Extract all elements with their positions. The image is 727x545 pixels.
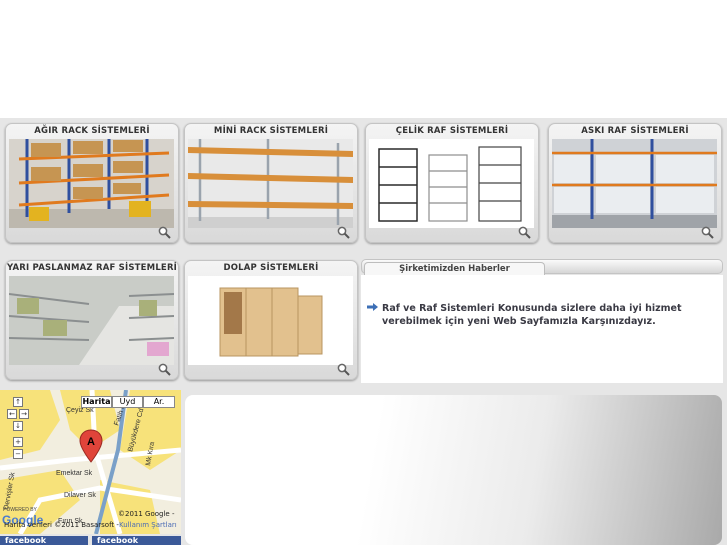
pan-down-icon[interactable]: ↓ xyxy=(13,421,23,431)
arrow-right-icon xyxy=(367,303,378,311)
map-type-map-button[interactable]: Harita xyxy=(81,396,112,408)
magnifier-icon[interactable] xyxy=(158,363,171,376)
mini-rack-image xyxy=(188,139,353,228)
card-title: DOLAP SİSTEMLERİ xyxy=(223,263,319,273)
card-title: ÇELİK RAF SİSTEMLERİ xyxy=(395,126,509,136)
heavy-rack-image xyxy=(9,139,174,228)
card-semi-stainless[interactable]: YARI PASLANMAZ RAF SİSTEMLERİ xyxy=(5,260,179,380)
content-panel xyxy=(185,395,722,545)
zoom-out-icon[interactable]: − xyxy=(13,449,23,459)
news-item[interactable]: Raf ve Raf Sistemleri Konusunda sizlere … xyxy=(382,303,682,328)
magnifier-icon[interactable] xyxy=(337,226,350,239)
card-title: ASKI RAF SİSTEMLERİ xyxy=(581,126,689,136)
card-cabinet[interactable]: DOLAP SİSTEMLERİ xyxy=(184,260,358,380)
facebook-widget[interactable]: facebook xyxy=(92,536,181,545)
map-type-satellite-button[interactable]: Uyd xyxy=(112,396,143,408)
card-steel-shelf[interactable]: ÇELİK RAF SİSTEMLERİ xyxy=(365,123,539,243)
pan-left-icon[interactable]: ← xyxy=(7,409,17,419)
pan-up-icon[interactable]: ↑ xyxy=(13,397,23,407)
tab-company-news[interactable]: Şirketimizden Haberler xyxy=(364,262,545,275)
cabinet-image xyxy=(188,276,353,365)
svg-text:A: A xyxy=(87,436,95,448)
semi-stainless-image xyxy=(9,276,174,365)
news-box: Şirketimizden Haberler Raf ve Raf Sistem… xyxy=(361,258,723,383)
card-heavy-rack[interactable]: AĞIR RACK SİSTEMLERİ xyxy=(5,123,179,243)
map-copyright: ©2011 Google - xyxy=(118,510,175,518)
pan-right-icon[interactable]: → xyxy=(19,409,29,419)
street-label: Emektar Sk xyxy=(56,470,93,477)
map-terms-link[interactable]: Kullanım Şartları xyxy=(119,521,177,529)
news-body: Raf ve Raf Sistemleri Konusunda sizlere … xyxy=(361,275,723,383)
magnifier-icon[interactable] xyxy=(701,226,714,239)
card-hanger-shelf[interactable]: ASKI RAF SİSTEMLERİ xyxy=(548,123,722,243)
magnifier-icon[interactable] xyxy=(337,363,350,376)
map-type-hybrid-button[interactable]: Ar. xyxy=(143,396,175,408)
street-label: Dilaver Sk xyxy=(64,492,96,499)
steel-shelf-image xyxy=(369,139,534,228)
street-label: Çeyiz Sk xyxy=(66,407,94,414)
zoom-in-icon[interactable]: + xyxy=(13,437,23,447)
magnifier-icon[interactable] xyxy=(518,226,531,239)
card-title: YARI PASLANMAZ RAF SİSTEMLERİ xyxy=(6,263,178,273)
card-title: MİNİ RACK SİSTEMLERİ xyxy=(213,126,329,136)
card-title: AĞIR RACK SİSTEMLERİ xyxy=(34,126,150,136)
facebook-widget[interactable]: facebook xyxy=(0,536,88,545)
hanger-shelf-image xyxy=(552,139,717,228)
card-mini-rack[interactable]: MİNİ RACK SİSTEMLERİ xyxy=(184,123,358,243)
magnifier-icon[interactable] xyxy=(158,226,171,239)
header-blank xyxy=(0,0,727,118)
map-data-credit: Harita verileri ©2011 Basarsoft - xyxy=(4,521,119,529)
